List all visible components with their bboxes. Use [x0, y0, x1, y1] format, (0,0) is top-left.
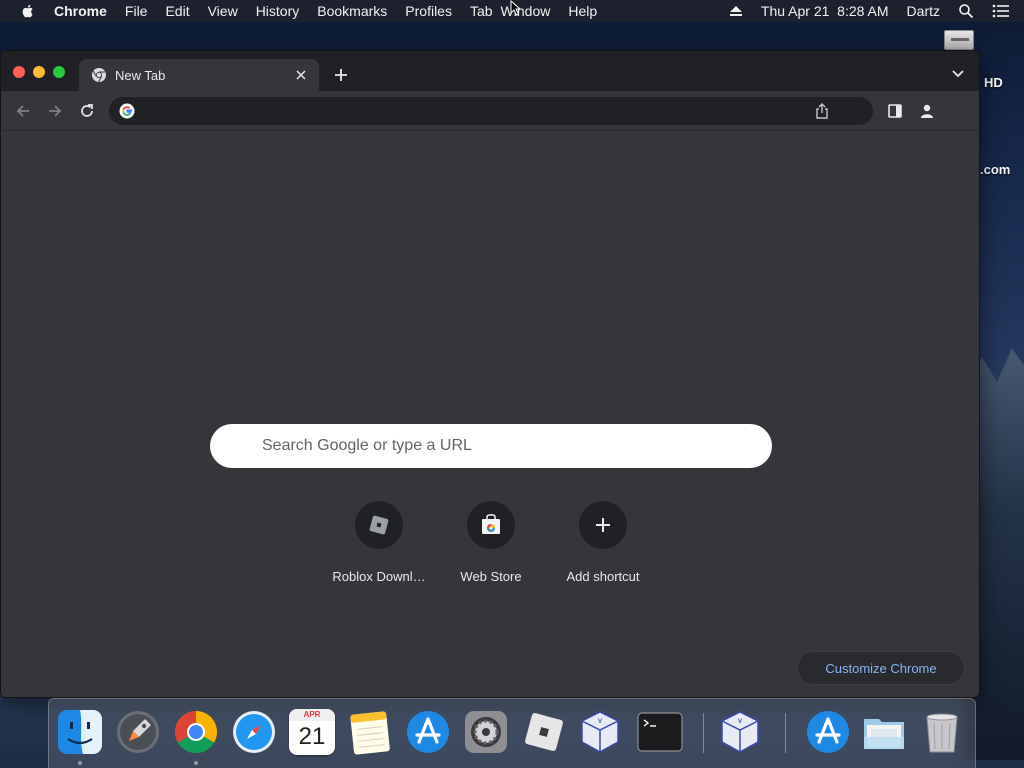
virtualbox-icon[interactable]: V	[717, 709, 763, 755]
terminal-icon[interactable]	[637, 709, 683, 755]
dock: APR 21 V V	[48, 698, 976, 768]
tab-close-button[interactable]	[293, 67, 309, 83]
menu-tab[interactable]: Tab	[470, 3, 493, 19]
menu-user[interactable]: Dartz	[907, 3, 940, 19]
chrome-window: New Tab Search Google or type a URL Robl…	[0, 50, 980, 698]
svg-text:V: V	[738, 719, 742, 725]
menu-edit[interactable]: Edit	[165, 3, 189, 19]
new-tab-button[interactable]	[331, 65, 351, 85]
tab-search-button[interactable]	[949, 65, 967, 83]
window-close-button[interactable]	[13, 66, 25, 78]
safari-icon[interactable]	[231, 709, 277, 755]
address-bar[interactable]	[109, 97, 873, 125]
shortcut-icon-container	[579, 501, 627, 549]
shortcut-label: Roblox Downl…	[332, 569, 426, 584]
roblox-icon[interactable]	[521, 709, 567, 755]
arrow-left-icon	[16, 105, 29, 117]
reload-button[interactable]	[77, 101, 97, 121]
launchpad-icon[interactable]	[115, 709, 161, 755]
shortcut-roblox[interactable]: Roblox Downl…	[323, 501, 435, 591]
ntp-search-placeholder: Search Google or type a URL	[262, 437, 472, 454]
app-store-icon[interactable]	[405, 709, 451, 755]
menu-file[interactable]: File	[125, 3, 148, 19]
chrome-favicon-icon	[92, 68, 106, 83]
tab-title: New Tab	[115, 67, 166, 83]
finder-icon[interactable]	[57, 709, 103, 755]
share-icon	[816, 103, 828, 119]
address-input[interactable]	[145, 101, 785, 121]
shortcut-web-store[interactable]: Web Store	[435, 501, 547, 591]
shortcut-label: Web Store	[460, 569, 522, 584]
calendar-icon[interactable]: APR 21	[289, 709, 335, 755]
side-panel-icon	[888, 104, 902, 118]
add-shortcut-button[interactable]: Add shortcut	[547, 501, 659, 591]
app-store-icon[interactable]	[805, 709, 851, 755]
menu-clock[interactable]: Thu Apr 21 8:28 AM	[761, 3, 889, 19]
new-tab-page: Search Google or type a URL Roblox Downl…	[1, 131, 979, 697]
calendar-day: 21	[298, 723, 326, 750]
customize-chrome-button[interactable]: Customize Chrome	[797, 651, 965, 685]
virtualbox-icon[interactable]: V	[577, 709, 623, 755]
menu-help[interactable]: Help	[568, 3, 597, 19]
menu-view[interactable]: View	[208, 3, 238, 19]
back-button[interactable]	[13, 101, 33, 121]
apple-icon[interactable]	[20, 3, 36, 19]
notes-icon[interactable]	[347, 709, 393, 755]
desktop-label-hd[interactable]: HD	[984, 75, 1003, 90]
dock-separator	[785, 713, 786, 753]
window-minimize-button[interactable]	[33, 66, 45, 78]
plus-icon	[596, 518, 610, 532]
google-icon	[119, 103, 135, 119]
window-zoom-button[interactable]	[53, 66, 65, 78]
mouse-cursor-icon	[510, 0, 522, 16]
system-preferences-icon[interactable]	[463, 709, 509, 755]
ntp-search-box[interactable]: Search Google or type a URL	[210, 424, 772, 468]
menu-bookmarks[interactable]: Bookmarks	[317, 3, 387, 19]
web-store-icon	[482, 514, 500, 534]
shortcut-icon-container	[467, 501, 515, 549]
trash-icon[interactable]	[919, 709, 965, 755]
shortcut-icon-container	[355, 501, 403, 549]
forward-button[interactable]	[45, 101, 65, 121]
browser-toolbar	[1, 91, 979, 131]
running-indicator	[194, 761, 198, 765]
chevron-down-icon	[952, 70, 964, 78]
svg-text:V: V	[598, 719, 602, 725]
tab-strip: New Tab	[1, 51, 979, 91]
desktop-label-com[interactable]: .com	[980, 162, 1010, 177]
downloads-folder-icon[interactable]	[861, 709, 907, 755]
menu-history[interactable]: History	[256, 3, 300, 19]
side-panel-button[interactable]	[885, 101, 905, 121]
spotlight-search-icon[interactable]	[958, 3, 974, 19]
roblox-icon	[369, 515, 389, 535]
menu-profiles[interactable]: Profiles	[405, 3, 452, 19]
close-icon	[296, 70, 306, 80]
menu-window[interactable]: Window	[501, 3, 551, 19]
running-indicator	[78, 761, 82, 765]
menu-app-chrome[interactable]: Chrome	[54, 3, 107, 19]
dock-separator	[703, 713, 704, 753]
tab-new-tab[interactable]: New Tab	[79, 59, 319, 91]
chrome-icon[interactable]	[173, 709, 219, 755]
arrow-right-icon	[49, 105, 62, 117]
calendar-month: APR	[289, 709, 335, 721]
notification-center-icon[interactable]	[992, 4, 1010, 18]
plus-icon	[335, 69, 347, 81]
share-button[interactable]	[813, 102, 831, 120]
shortcut-label: Add shortcut	[566, 569, 640, 584]
eject-icon[interactable]	[729, 5, 743, 17]
reload-icon	[81, 104, 93, 117]
profile-avatar-icon	[921, 104, 933, 118]
profile-button[interactable]	[917, 101, 937, 121]
hard-drive-icon[interactable]	[944, 30, 974, 50]
